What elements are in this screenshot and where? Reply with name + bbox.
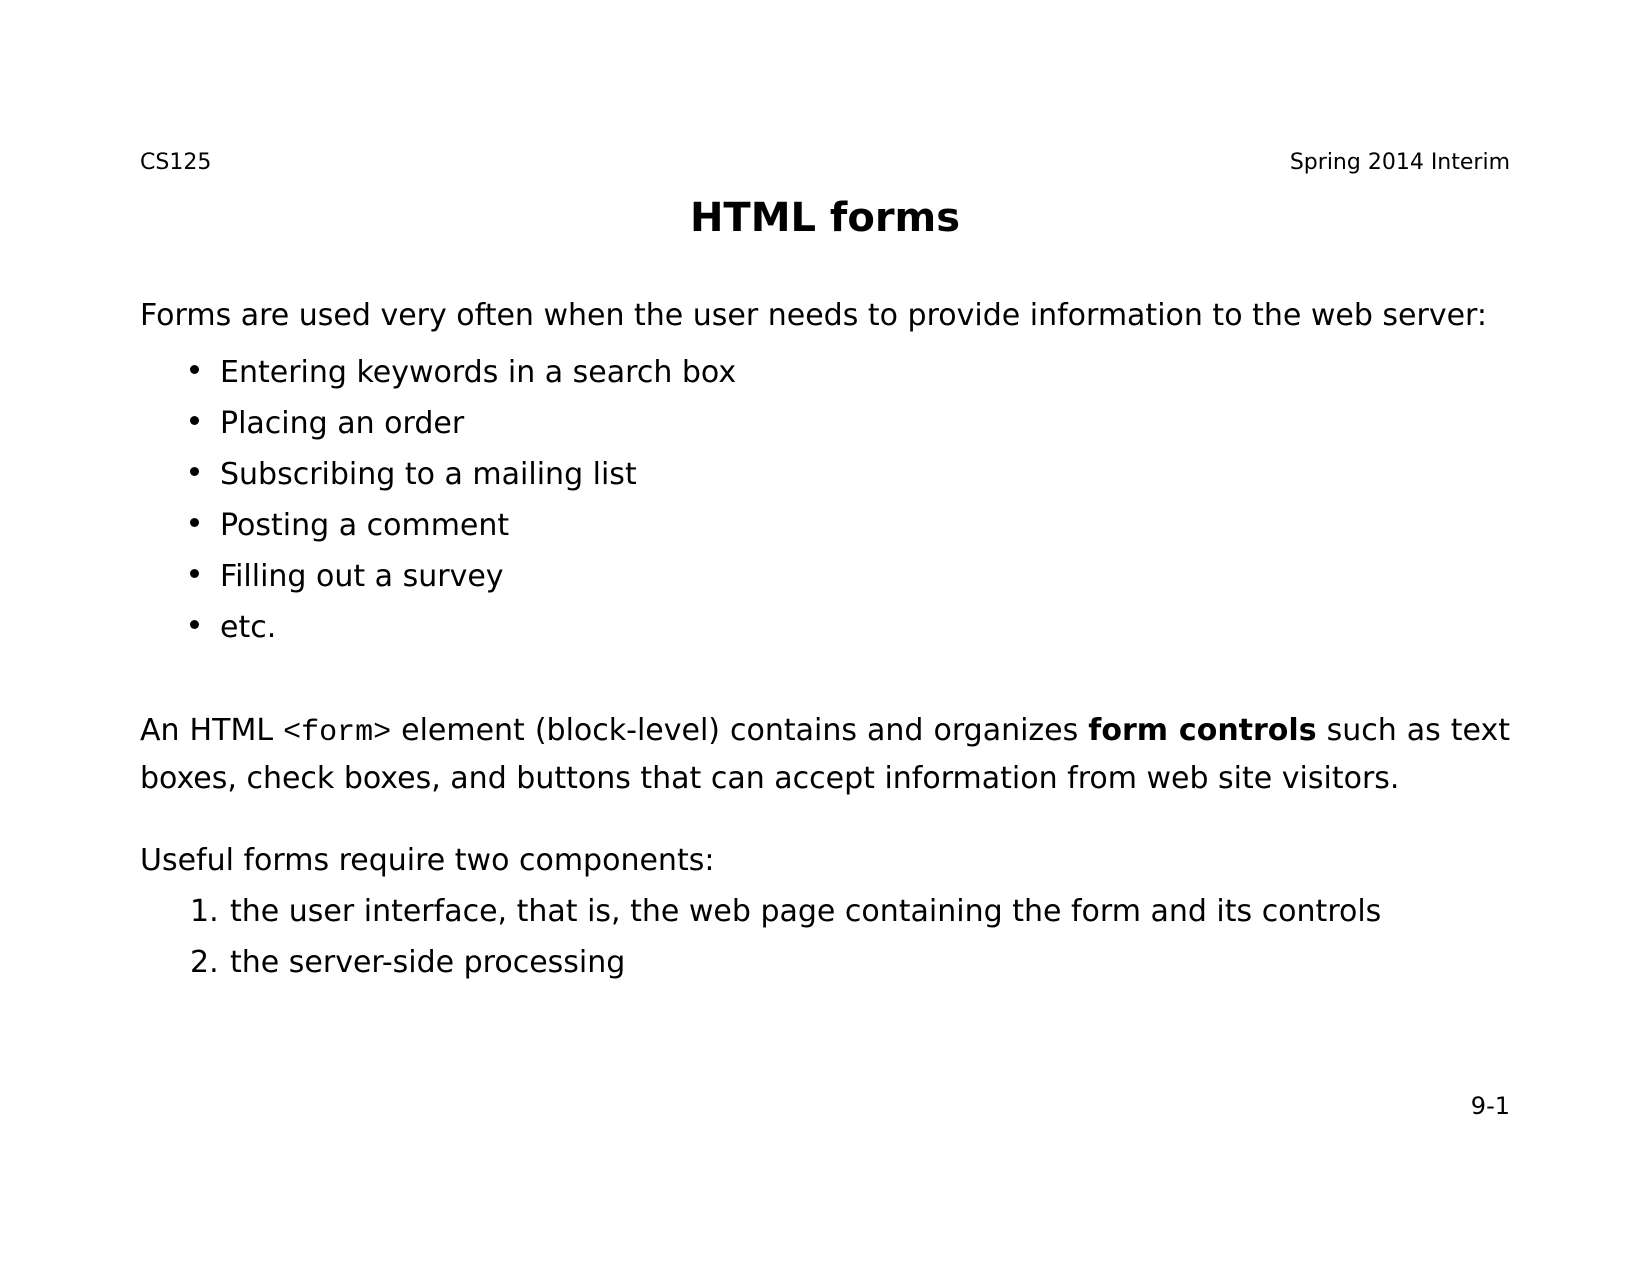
- course-code: CS125: [140, 150, 211, 175]
- page-header: CS125 Spring 2014 Interim: [140, 150, 1510, 175]
- term-label: Spring 2014 Interim: [1290, 150, 1510, 175]
- list-item: etc.: [190, 602, 1510, 653]
- intro-text: Forms are used very often when the user …: [140, 296, 1510, 337]
- list-item: the server-side processing: [190, 937, 1510, 988]
- use-case-list: Entering keywords in a search box Placin…: [140, 347, 1510, 653]
- list-item: Entering keywords in a search box: [190, 347, 1510, 398]
- list-item: Subscribing to a mailing list: [190, 449, 1510, 500]
- list-item: Placing an order: [190, 398, 1510, 449]
- text-segment: element (block-level) contains and organ…: [391, 713, 1088, 748]
- text-segment: An HTML: [140, 713, 283, 748]
- slide-page: CS125 Spring 2014 Interim HTML forms For…: [0, 0, 1650, 1275]
- form-description: An HTML <form> element (block-level) con…: [140, 708, 1510, 803]
- components-list: the user interface, that is, the web pag…: [140, 886, 1510, 988]
- code-literal: <form>: [283, 716, 391, 750]
- list-item: Posting a comment: [190, 500, 1510, 551]
- list-item: the user interface, that is, the web pag…: [190, 886, 1510, 937]
- page-number: 9-1: [1471, 1092, 1510, 1120]
- list-item: Filling out a survey: [190, 551, 1510, 602]
- page-title: HTML forms: [140, 195, 1510, 241]
- components-intro: Useful forms require two components:: [140, 843, 1510, 878]
- emphasis: form controls: [1088, 713, 1316, 748]
